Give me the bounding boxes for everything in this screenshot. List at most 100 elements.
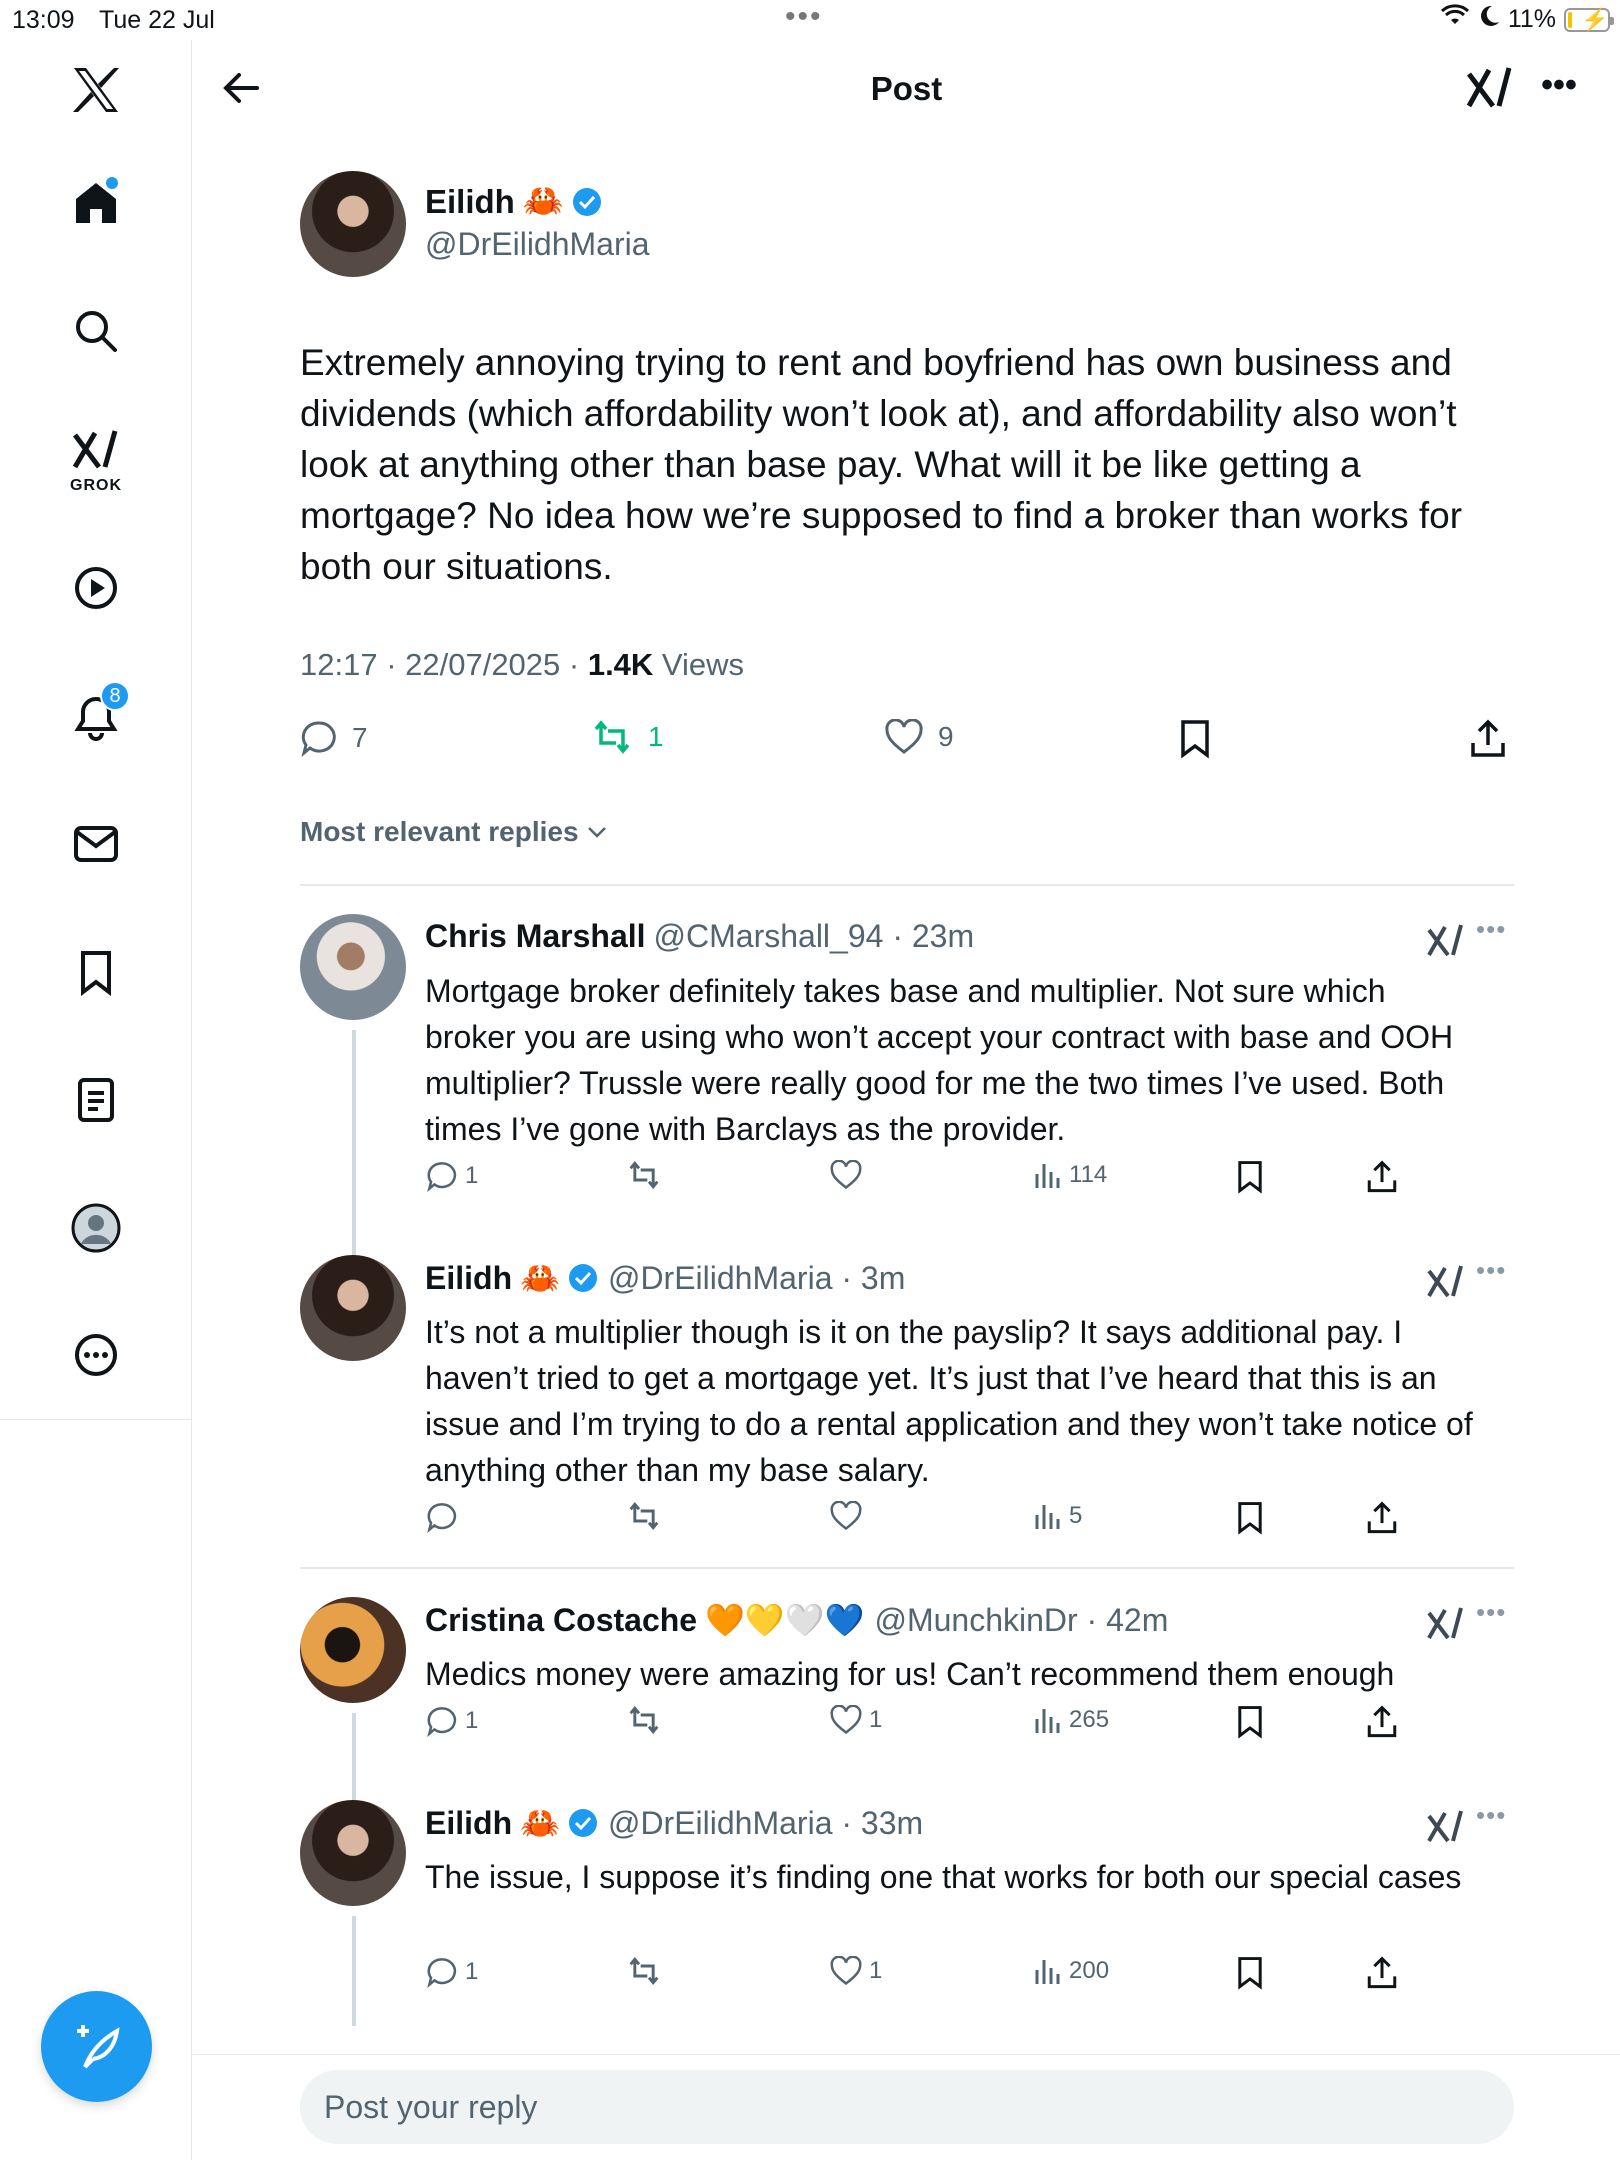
grok-icon[interactable]: [1424, 1806, 1464, 1846]
reply-author-name[interactable]: Eilidh: [425, 1260, 512, 1297]
x-logo-icon[interactable]: [66, 60, 126, 120]
post-views-count: 1.4K: [587, 647, 654, 682]
reply-reply-button[interactable]: 1: [425, 1160, 478, 1192]
reply-text: Medics money were amazing for us! Can’t …: [425, 1656, 1395, 1692]
author-handle[interactable]: @DrEilidhMaria: [425, 226, 650, 263]
reply-like-button[interactable]: [829, 1501, 869, 1531]
verified-badge-icon: [572, 187, 601, 216]
divider: [300, 1567, 1514, 1569]
grok-icon[interactable]: [1424, 920, 1464, 960]
reply-more-button[interactable]: •••: [1476, 1800, 1506, 1831]
reply-bookmark-button[interactable]: [1235, 1705, 1265, 1739]
lists-icon[interactable]: [66, 1070, 126, 1130]
reply-reply-button[interactable]: [425, 1501, 465, 1533]
reply-handle-time[interactable]: @DrEilidhMaria · 33m: [608, 1805, 923, 1842]
status-right: 11% ⚡: [1440, 4, 1614, 35]
reply-text: Mortgage broker definitely takes base an…: [425, 973, 1454, 1147]
reply-more-button[interactable]: •••: [1476, 1597, 1506, 1628]
reply-avatar[interactable]: [300, 1800, 406, 1906]
reply-reply-button[interactable]: 1: [425, 1956, 478, 1988]
reply-more-button[interactable]: •••: [1476, 914, 1506, 945]
grok-icon[interactable]: [66, 420, 126, 480]
post-header: Post •••: [193, 40, 1620, 140]
reply-author-name[interactable]: Chris Marshall: [425, 918, 646, 955]
reply-item[interactable]: Eilidh 🦀 @DrEilidhMaria · 3m ••• It’s no…: [300, 1255, 1514, 1545]
bookmark-button[interactable]: [1178, 719, 1212, 759]
replies-sort-dropdown[interactable]: Most relevant replies: [300, 816, 609, 848]
reply-icon: [427, 1503, 457, 1533]
video-play-icon[interactable]: [66, 558, 126, 618]
search-icon[interactable]: [66, 301, 126, 361]
battery-fill: [1568, 11, 1572, 28]
bookmark-icon: [1238, 1957, 1262, 1990]
reply-share-button[interactable]: [1365, 1160, 1399, 1194]
reply-header: Eilidh 🦀 @DrEilidhMaria · 33m: [425, 1804, 923, 1842]
reply-repost-button[interactable]: [625, 1160, 663, 1190]
reply-item[interactable]: Chris Marshall @CMarshall_94 · 23m ••• M…: [300, 914, 1514, 1360]
reply-avatar[interactable]: [300, 914, 406, 1020]
author-avatar[interactable]: [300, 171, 406, 277]
reply-views-count: 265: [1069, 1706, 1110, 1733]
reply-author-name[interactable]: Eilidh: [425, 1805, 512, 1842]
reply-views-button[interactable]: 265: [1033, 1705, 1109, 1735]
reply-share-button[interactable]: [1365, 1956, 1399, 1990]
reply-views-button[interactable]: 5: [1033, 1501, 1082, 1531]
author-name-row[interactable]: Eilidh 🦀: [425, 182, 602, 221]
profile-avatar-icon[interactable]: [66, 1198, 126, 1258]
reply-input[interactable]: [300, 2070, 1514, 2144]
notifications-bell-icon[interactable]: 8: [66, 681, 130, 747]
share-button[interactable]: [1468, 719, 1508, 759]
thread-line: [352, 1916, 356, 2026]
reply-header: Eilidh 🦀 @DrEilidhMaria · 3m: [425, 1259, 905, 1297]
bookmarks-icon[interactable]: [66, 943, 126, 1003]
reply-author-name[interactable]: Cristina Costache: [425, 1602, 697, 1639]
reply-actions: 5: [425, 1501, 1425, 1541]
reply-like-button[interactable]: 1: [829, 1705, 882, 1735]
more-options-button[interactable]: •••: [1529, 60, 1589, 120]
reply-text: It’s not a multiplier though is it on th…: [425, 1314, 1473, 1488]
status-bar: 13:09 Tue 22 Jul ••• 11% ⚡: [0, 0, 1620, 40]
reply-handle-time[interactable]: @MunchkinDr · 42m: [874, 1602, 1168, 1639]
more-options-circle-icon[interactable]: [66, 1325, 126, 1385]
reply-handle-time[interactable]: @DrEilidhMaria · 3m: [608, 1260, 905, 1297]
reply-more-button[interactable]: •••: [1476, 1255, 1506, 1286]
messages-envelope-icon[interactable]: [66, 814, 126, 874]
multitasking-dots-icon[interactable]: •••: [785, 0, 823, 34]
reply-share-button[interactable]: [1365, 1501, 1399, 1535]
page-title: Post: [870, 70, 943, 107]
reply-reply-button[interactable]: 1: [425, 1705, 478, 1737]
grok-explain-button[interactable]: [1463, 62, 1523, 122]
reply-avatar[interactable]: [300, 1255, 406, 1361]
grok-icon[interactable]: [1424, 1603, 1464, 1643]
reply-item[interactable]: Cristina Costache 🧡💛🤍💙 @MunchkinDr · 42m…: [300, 1597, 1514, 1803]
reply-views-count: 200: [1069, 1957, 1110, 1984]
reply-actions: 1 1 200: [425, 1956, 1425, 1996]
home-icon[interactable]: [66, 173, 126, 233]
reply-bookmark-button[interactable]: [1235, 1501, 1265, 1535]
charging-bolt-icon: ⚡: [1581, 6, 1609, 32]
reply-views-button[interactable]: 114: [1033, 1160, 1107, 1190]
reply-handle-time[interactable]: @CMarshall_94 · 23m: [654, 918, 975, 955]
reply-like-count: 1: [869, 1957, 883, 1984]
reply-bookmark-button[interactable]: [1235, 1160, 1265, 1194]
reply-button[interactable]: 7: [300, 719, 368, 757]
repost-icon: [629, 1706, 659, 1734]
post-timestamp[interactable]: 12:17 · 22/07/2025 ·: [300, 647, 588, 682]
reply-avatar[interactable]: [300, 1597, 406, 1703]
grok-icon[interactable]: [1424, 1261, 1464, 1301]
reply-item[interactable]: Eilidh 🦀 @DrEilidhMaria · 33m ••• The is…: [300, 1800, 1514, 2026]
reply-share-button[interactable]: [1365, 1705, 1399, 1739]
repost-button[interactable]: 1: [590, 719, 664, 755]
heart-icon: [885, 719, 923, 754]
reply-like-button[interactable]: [829, 1160, 869, 1190]
reply-like-button[interactable]: 1: [829, 1956, 882, 1986]
sidebar: GROK 8: [0, 40, 192, 2160]
reply-repost-button[interactable]: [625, 1956, 663, 1986]
reply-repost-button[interactable]: [625, 1705, 663, 1735]
reply-like-count: 1: [869, 1706, 883, 1733]
reply-views-button[interactable]: 200: [1033, 1956, 1109, 1986]
reply-repost-button[interactable]: [625, 1501, 663, 1531]
like-button[interactable]: 9: [884, 719, 954, 755]
compose-post-button[interactable]: [41, 1991, 152, 2102]
reply-bookmark-button[interactable]: [1235, 1956, 1265, 1990]
